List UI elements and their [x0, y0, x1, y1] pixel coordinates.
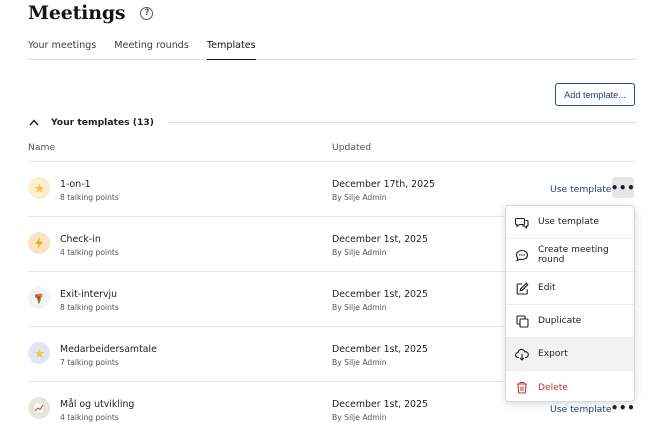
menu-item-label: Create meeting round: [538, 245, 609, 265]
template-name[interactable]: Check-in: [60, 234, 101, 245]
updated-date: December 1st, 2025: [332, 289, 428, 300]
template-name[interactable]: Mål og utvikling: [60, 399, 134, 410]
talking-points: 8 talking points: [60, 303, 119, 312]
divider: [168, 122, 636, 123]
template-name[interactable]: 1-on-1: [60, 179, 91, 190]
ellipsis-icon: •••: [610, 180, 636, 195]
menu-item-label: Edit: [538, 283, 556, 293]
column-header-updated: Updated: [332, 142, 372, 153]
template-context-menu: Use template Create meeting round Edit D…: [505, 205, 635, 402]
menu-item-duplicate[interactable]: Duplicate: [506, 305, 634, 338]
template-name[interactable]: Exit-intervju: [60, 289, 117, 300]
star-icon: [28, 342, 50, 364]
column-header-name: Name: [28, 142, 56, 153]
edit-icon: [515, 281, 529, 295]
chevron-up-icon[interactable]: [28, 117, 40, 129]
trash-icon: [515, 381, 529, 395]
menu-item-edit[interactable]: Edit: [506, 272, 634, 305]
menu-item-delete[interactable]: Delete: [506, 371, 634, 401]
page-title: Meetings: [28, 2, 126, 24]
tab-your-meetings[interactable]: Your meetings: [28, 39, 96, 60]
talking-points: 4 talking points: [60, 248, 119, 257]
updated-by: By Silje Admin: [332, 248, 387, 257]
tab-bar: Your meetings Meeting rounds Templates: [28, 39, 636, 60]
chat-bubbles-icon: [515, 215, 529, 229]
add-template-button[interactable]: Add template...: [555, 83, 635, 106]
bouquet-icon: [28, 287, 50, 309]
updated-by: By Silje Admin: [332, 303, 387, 312]
menu-item-use-template[interactable]: Use template: [506, 206, 634, 239]
template-name[interactable]: Medarbeidersamtale: [60, 344, 157, 355]
cloud-download-icon: [515, 347, 529, 361]
menu-item-label: Delete: [538, 382, 568, 393]
tab-meeting-rounds[interactable]: Meeting rounds: [114, 39, 189, 60]
menu-item-label: Export: [538, 349, 568, 359]
duplicate-icon: [515, 314, 529, 328]
section-title: Your templates (13): [51, 117, 154, 128]
templates-section-header[interactable]: Your templates (13): [28, 114, 636, 131]
page-header: Meetings ?: [28, 0, 154, 26]
question-circle-icon[interactable]: ?: [140, 6, 154, 20]
talking-points: 8 talking points: [60, 193, 119, 202]
updated-by: By Silje Admin: [332, 358, 387, 367]
use-template-link[interactable]: Use template: [550, 404, 612, 415]
menu-item-label: Use template: [538, 217, 599, 227]
updated-by: By Silje Admin: [332, 413, 387, 422]
menu-item-create-meeting-round[interactable]: Create meeting round: [506, 239, 634, 272]
talking-points: 7 talking points: [60, 358, 119, 367]
lightning-icon: [28, 232, 50, 254]
use-template-link[interactable]: Use template: [550, 184, 612, 195]
chart-icon: [28, 397, 50, 419]
updated-date: December 17th, 2025: [332, 179, 435, 190]
updated-date: December 1st, 2025: [332, 344, 428, 355]
updated-date: December 1st, 2025: [332, 234, 428, 245]
talking-points: 4 talking points: [60, 413, 119, 422]
ellipsis-icon: •••: [610, 400, 636, 415]
menu-item-export[interactable]: Export: [506, 338, 634, 371]
star-icon: [28, 177, 50, 199]
more-options-button[interactable]: •••: [610, 177, 636, 198]
chat-bubble-dots-icon: [515, 248, 529, 262]
menu-item-label: Duplicate: [538, 316, 582, 326]
tab-templates[interactable]: Templates: [206, 39, 256, 60]
updated-by: By Silje Admin: [332, 193, 387, 202]
updated-date: December 1st, 2025: [332, 399, 428, 410]
